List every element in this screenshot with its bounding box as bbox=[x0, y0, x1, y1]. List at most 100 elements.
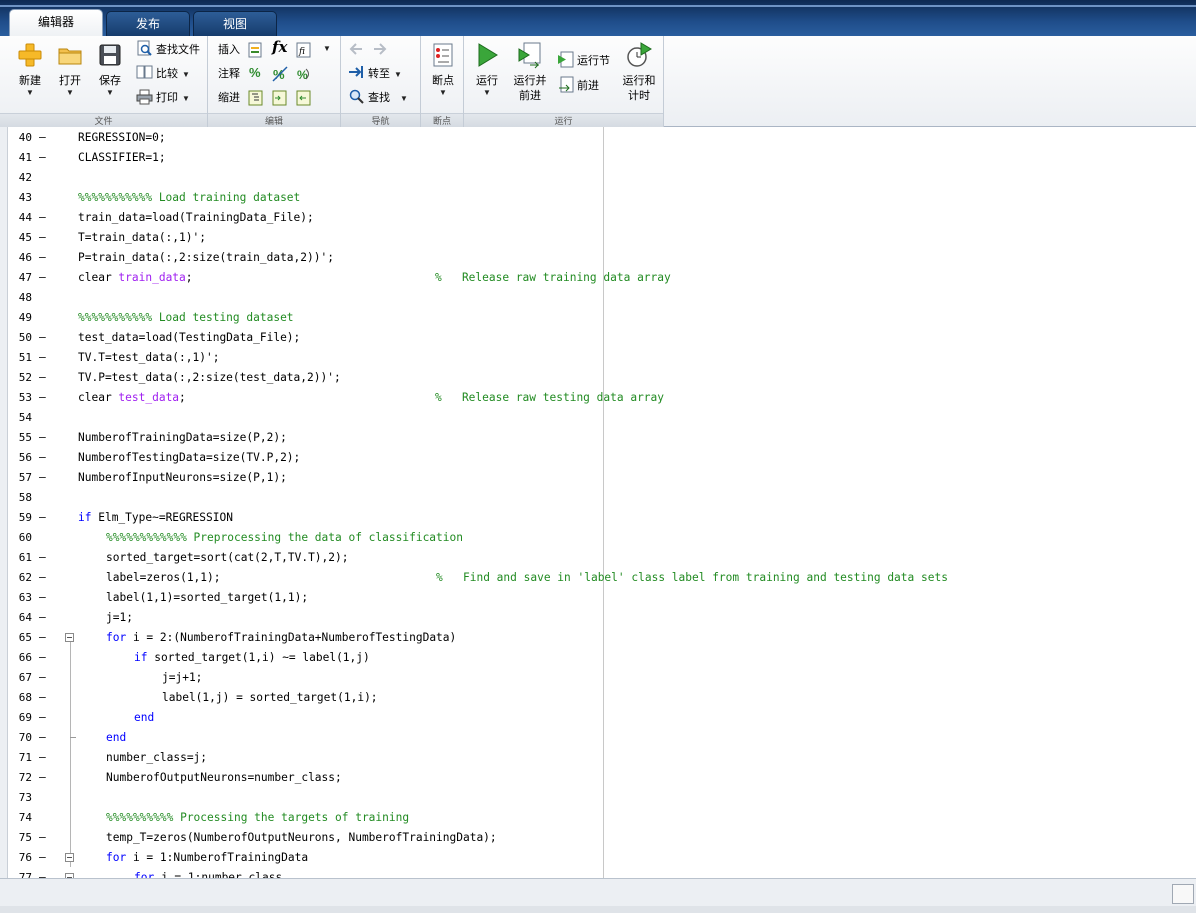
uncomment-icon[interactable]: % bbox=[272, 66, 288, 82]
code-line[interactable]: 44– train_data=load(TrainingData_File); bbox=[8, 208, 1196, 228]
wrap-comments-icon[interactable]: % bbox=[296, 66, 312, 82]
insert-button[interactable]: 插入 bbox=[218, 40, 240, 60]
breakpoints-button[interactable]: 断点 ▼ bbox=[421, 41, 465, 107]
function-file-icon[interactable]: fi bbox=[296, 42, 312, 58]
breakpoint-dash-marker[interactable]: – bbox=[39, 668, 46, 688]
breakpoint-dash-marker[interactable]: – bbox=[39, 468, 46, 488]
code-line[interactable]: 64– j=1; bbox=[8, 608, 1196, 628]
breakpoint-dash-marker[interactable]: – bbox=[39, 848, 46, 868]
code-line[interactable]: 46– P=train_data(:,2:size(train_data,2))'… bbox=[8, 248, 1196, 268]
code-line[interactable]: 40– REGRESSION=0; bbox=[8, 128, 1196, 148]
find-button[interactable]: 查找 ▼ bbox=[348, 88, 408, 108]
breakpoint-dash-marker[interactable]: – bbox=[39, 748, 46, 768]
tab-publish[interactable]: 发布 bbox=[106, 11, 190, 36]
indent-button[interactable]: 缩进 bbox=[218, 88, 240, 108]
run-button[interactable]: 运行 ▼ bbox=[465, 41, 509, 107]
comment-percent-icon[interactable]: % bbox=[249, 65, 261, 80]
find-files-button[interactable]: 查找文件 bbox=[136, 40, 200, 60]
run-and-time-button[interactable]: 运行和 计时 bbox=[616, 41, 662, 107]
code-line[interactable]: 48 bbox=[8, 288, 1196, 308]
goto-button[interactable]: 转至 ▼ bbox=[348, 64, 402, 84]
breakpoint-dash-marker[interactable]: – bbox=[39, 328, 46, 348]
breakpoint-dash-marker[interactable]: – bbox=[39, 588, 46, 608]
breakpoint-dash-marker[interactable]: – bbox=[39, 148, 46, 168]
code-line[interactable]: 53– clear test_data; % Release raw testin… bbox=[8, 388, 1196, 408]
insert-dropdown-icon[interactable]: ▼ bbox=[323, 44, 331, 53]
compare-button[interactable]: 比较 ▼ bbox=[136, 64, 190, 84]
decrease-indent-icon[interactable] bbox=[296, 90, 312, 106]
code-line[interactable]: 55– NumberofTrainingData=size(P,2); bbox=[8, 428, 1196, 448]
code-line[interactable]: 41– CLASSIFIER=1; bbox=[8, 148, 1196, 168]
forward-arrow-icon[interactable] bbox=[372, 42, 388, 56]
code-line[interactable]: 59– if Elm_Type~=REGRESSION bbox=[8, 508, 1196, 528]
insert-function-icon[interactable]: fx bbox=[272, 38, 287, 56]
fold-collapse-icon[interactable] bbox=[65, 853, 74, 862]
breakpoint-dash-marker[interactable]: – bbox=[39, 868, 46, 878]
breakpoint-dash-marker[interactable]: – bbox=[39, 568, 46, 588]
tab-view[interactable]: 视图 bbox=[193, 11, 277, 36]
breakpoint-dash-marker[interactable]: – bbox=[39, 128, 46, 148]
breakpoint-dash-marker[interactable]: – bbox=[39, 688, 46, 708]
code-line[interactable]: 62– label=zeros(1,1); % Find and save in … bbox=[8, 568, 1196, 588]
code-line[interactable]: 56– NumberofTestingData=size(TV.P,2); bbox=[8, 448, 1196, 468]
smart-indent-icon[interactable] bbox=[248, 90, 264, 106]
breakpoint-dash-marker[interactable]: – bbox=[39, 268, 46, 288]
code-line[interactable]: 70– end bbox=[8, 728, 1196, 748]
code-line[interactable]: 61– sorted_target=sort(cat(2,T,TV.T),2); bbox=[8, 548, 1196, 568]
save-button[interactable]: 保存 ▼ bbox=[88, 41, 132, 107]
code-line[interactable]: 73 bbox=[8, 788, 1196, 808]
breakpoint-dash-marker[interactable]: – bbox=[39, 768, 46, 788]
code-line[interactable]: 72– NumberofOutputNeurons=number_class; bbox=[8, 768, 1196, 788]
code-line[interactable]: 51– TV.T=test_data(:,1)'; bbox=[8, 348, 1196, 368]
code-line[interactable]: 68– label(1,j) = sorted_target(1,i); bbox=[8, 688, 1196, 708]
print-button[interactable]: 打印 ▼ bbox=[136, 88, 190, 108]
comment-button[interactable]: 注释 bbox=[218, 64, 240, 84]
breakpoint-dash-marker[interactable]: – bbox=[39, 388, 46, 408]
code-line[interactable]: 52– TV.P=test_data(:,2:size(test_data,2))… bbox=[8, 368, 1196, 388]
breakpoint-dash-marker[interactable]: – bbox=[39, 448, 46, 468]
breakpoint-dash-marker[interactable]: – bbox=[39, 348, 46, 368]
code-line[interactable]: 74 %%%%%%%%%% Processing the targets of t… bbox=[8, 808, 1196, 828]
breakpoint-dash-marker[interactable]: – bbox=[39, 208, 46, 228]
breakpoint-dash-marker[interactable]: – bbox=[39, 708, 46, 728]
open-button[interactable]: 打开 ▼ bbox=[48, 41, 92, 107]
code-line[interactable]: 42 bbox=[8, 168, 1196, 188]
horizontal-scrollbar[interactable] bbox=[0, 906, 1196, 913]
code-line[interactable]: 45– T=train_data(:,1)'; bbox=[8, 228, 1196, 248]
breakpoint-dash-marker[interactable]: – bbox=[39, 428, 46, 448]
advance-button[interactable]: 前进 bbox=[557, 76, 599, 96]
code-line[interactable]: 63– label(1,1)=sorted_target(1,1); bbox=[8, 588, 1196, 608]
code-line[interactable]: 50– test_data=load(TestingData_File); bbox=[8, 328, 1196, 348]
code-line[interactable]: 47– clear train_data; % Release raw train… bbox=[8, 268, 1196, 288]
breakpoint-dash-marker[interactable]: – bbox=[39, 548, 46, 568]
code-line[interactable]: 43 %%%%%%%%%%% Load training dataset bbox=[8, 188, 1196, 208]
fold-collapse-icon[interactable] bbox=[65, 633, 74, 642]
tab-editor[interactable]: 编辑器 bbox=[9, 9, 103, 37]
breakpoint-dash-marker[interactable]: – bbox=[39, 608, 46, 628]
code-line[interactable]: 57– NumberofInputNeurons=size(P,1); bbox=[8, 468, 1196, 488]
breakpoint-dash-marker[interactable]: – bbox=[39, 228, 46, 248]
code-line[interactable]: 77– for j = 1:number_class bbox=[8, 868, 1196, 878]
code-line[interactable]: 49 %%%%%%%%%%% Load testing dataset bbox=[8, 308, 1196, 328]
breakpoint-dash-marker[interactable]: – bbox=[39, 368, 46, 388]
breakpoint-dash-marker[interactable]: – bbox=[39, 628, 46, 648]
code-line[interactable]: 58 bbox=[8, 488, 1196, 508]
increase-indent-icon[interactable] bbox=[272, 90, 288, 106]
code-line[interactable]: 69– end bbox=[8, 708, 1196, 728]
code-line[interactable]: 67– j=j+1; bbox=[8, 668, 1196, 688]
code-line[interactable]: 76– for i = 1:NumberofTrainingData bbox=[8, 848, 1196, 868]
run-and-advance-button[interactable]: 运行并 前进 bbox=[508, 41, 552, 107]
code-editor[interactable]: 40– REGRESSION=0; 41– CLASSIFIER=1; 42 43%%%%… bbox=[8, 127, 1196, 878]
code-line[interactable]: 75– temp_T=zeros(NumberofOutputNeurons, N… bbox=[8, 828, 1196, 848]
back-arrow-icon[interactable] bbox=[348, 42, 364, 56]
code-line[interactable]: 66– if sorted_target(1,i) ~= label(1,j) bbox=[8, 648, 1196, 668]
code-line[interactable]: 65– for i = 2:(NumberofTrainingData+Numbe… bbox=[8, 628, 1196, 648]
breakpoint-dash-marker[interactable]: – bbox=[39, 828, 46, 848]
code-line[interactable]: 54 bbox=[8, 408, 1196, 428]
new-button[interactable]: 新建 ▼ bbox=[8, 41, 52, 107]
insert-section-icon[interactable] bbox=[248, 42, 264, 58]
breakpoint-dash-marker[interactable]: – bbox=[39, 728, 46, 748]
run-section-button[interactable]: 运行节 bbox=[557, 51, 610, 71]
code-line[interactable]: 71– number_class=j; bbox=[8, 748, 1196, 768]
breakpoint-dash-marker[interactable]: – bbox=[39, 508, 46, 528]
